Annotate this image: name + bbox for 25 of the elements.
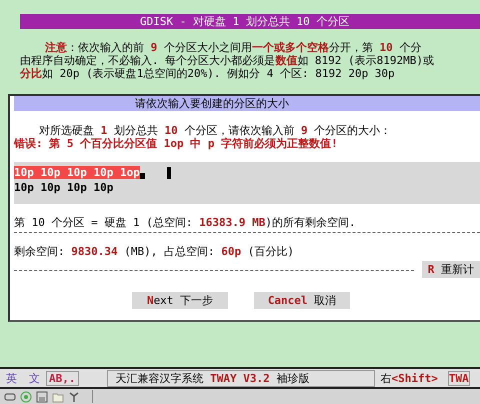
floppy-icon[interactable] — [36, 390, 48, 402]
input-mode[interactable]: 英 — [0, 370, 23, 386]
notice-text: 分比如 20p (表示硬盘1总空间的20%). 例如分 4 个区: 8192 20p 30p — [20, 67, 396, 80]
text-cursor — [166, 167, 171, 179]
title-text: GDISK - 对硬盘 1 划分总共 10 个分区 — [140, 14, 350, 29]
input-field[interactable]: 10p 10p 10p 10p 1op 10p 10p 10p 10p — [14, 162, 480, 204]
input-mode[interactable]: 文 — [23, 370, 46, 386]
cancel-button[interactable]: Cancel 取消 — [254, 292, 350, 309]
notice-text: 由程序自动确定，不必输入. 每个分区大小都必须是数值如 8192 (表示8192MB)或 — [20, 54, 435, 67]
input-line: 10p 10p 10p 10p — [14, 181, 114, 194]
notice-text: 注意：依次输入的前 9 个分区大小之间用一个或多个空格分开，第 10 个分 — [44, 41, 422, 54]
drive-icon[interactable] — [4, 390, 16, 402]
error-message: 错误: 第 5 个百分比分区值 1op 中 p 字符前必须为正整数值! — [14, 137, 339, 150]
system-name: 天汇兼容汉字系统 TWAY V3.2 袖珍版 — [106, 370, 374, 386]
cursor-mark — [140, 173, 145, 179]
dialog-title: 请依次输入要创建的分区的大小 — [135, 96, 289, 111]
prompt-text: 对所选硬盘 1 划分总共 10 个分区，请依次输入前 9 个分区的大小： — [38, 123, 392, 137]
punctuation-mode[interactable]: AB,. — [46, 370, 78, 386]
partition-info: 第 10 个分区 = 硬盘 1 (总空间: 16383.9 MB)的所有剩余空间. — [14, 216, 357, 230]
next-button[interactable]: Next 下一步 — [132, 292, 228, 309]
status-label: TWA — [448, 370, 470, 386]
recalculate-button[interactable]: R 重新计 — [422, 261, 480, 278]
shift-hint: 右<Shift> — [380, 370, 438, 386]
tool-icon[interactable] — [68, 390, 80, 402]
remaining-space: 剩余空间: 9830.34 (MB), 占总空间: 60p (百分比) — [14, 245, 295, 259]
